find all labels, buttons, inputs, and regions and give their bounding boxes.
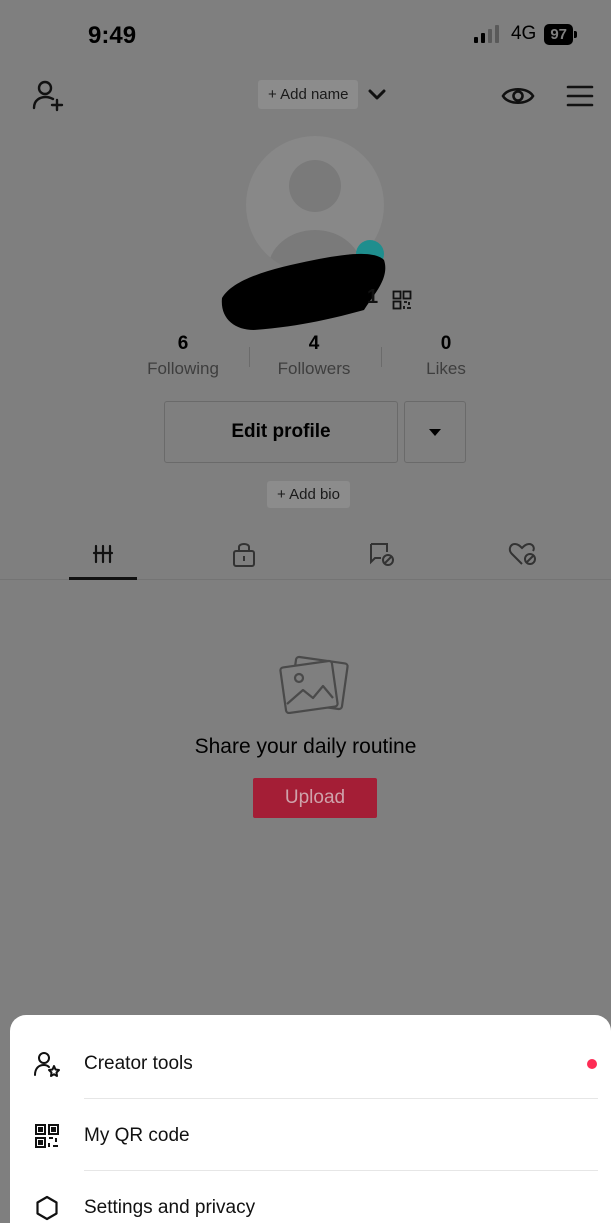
- tab-private[interactable]: [209, 534, 279, 574]
- gear-icon: [32, 1193, 62, 1223]
- menu-item-settings-and-privacy[interactable]: Settings and privacy: [10, 1174, 611, 1223]
- grid-icon: [92, 544, 114, 564]
- gallery-icon: [279, 655, 349, 714]
- username: 1: [367, 286, 379, 308]
- signal-icon: [473, 25, 499, 43]
- stat-value: 4: [308, 333, 320, 354]
- hamburger-menu-icon: [566, 85, 594, 107]
- eye-icon: [501, 87, 535, 105]
- stat-value: 0: [440, 333, 452, 354]
- lock-icon: [233, 543, 255, 567]
- stat-following[interactable]: 6 Following: [133, 333, 233, 379]
- top-nav: + Add name: [0, 72, 611, 120]
- add-name-control[interactable]: + Add name: [258, 80, 386, 109]
- person-star-icon: [32, 1049, 62, 1079]
- add-bio-button[interactable]: + Add bio: [267, 481, 350, 508]
- menu-item-creator-tools[interactable]: Creator tools: [10, 1030, 611, 1098]
- qr-code-icon[interactable]: [392, 290, 412, 310]
- empty-state-title: Share your daily routine: [194, 735, 417, 758]
- tab-liked[interactable]: [488, 534, 558, 574]
- add-friend-button[interactable]: [28, 76, 68, 116]
- battery-icon: 97: [544, 23, 577, 45]
- upload-button[interactable]: Upload: [253, 778, 377, 818]
- add-name-button[interactable]: + Add name: [258, 80, 359, 109]
- status-time: 9:49: [88, 22, 137, 49]
- stat-followers[interactable]: 4 Followers: [264, 333, 364, 379]
- stat-value: 6: [177, 333, 189, 354]
- battery-level: 97: [544, 23, 573, 45]
- tab-videos[interactable]: [68, 534, 138, 574]
- stat-label: Followers: [277, 359, 351, 378]
- profile-stats: 6 Following 4 Followers 0 Likes: [140, 333, 480, 387]
- active-tab-indicator: [69, 577, 137, 580]
- content-tabs: [0, 528, 611, 580]
- status-indicators: 4G 97: [473, 23, 577, 45]
- profile-views-button[interactable]: [498, 76, 538, 116]
- menu-bottom-sheet: Creator tools My QR code Settings and pr…: [10, 1015, 611, 1223]
- stat-likes[interactable]: 0 Likes: [396, 333, 496, 379]
- tab-tagged[interactable]: [347, 534, 417, 574]
- menu-item-label: Settings and privacy: [84, 1197, 256, 1218]
- chevron-down-icon[interactable]: [368, 89, 386, 101]
- menu-item-label: Creator tools: [84, 1053, 193, 1074]
- stat-label: Likes: [426, 359, 466, 378]
- status-bar: 9:49 4G 97: [0, 0, 611, 70]
- menu-item-my-qr-code[interactable]: My QR code: [10, 1102, 611, 1170]
- network-type: 4G: [510, 23, 537, 44]
- menu-button[interactable]: [560, 76, 600, 116]
- menu-item-label: My QR code: [84, 1125, 190, 1146]
- stat-label: Following: [147, 359, 219, 378]
- qr-code-icon: [32, 1121, 62, 1151]
- edit-profile-button[interactable]: Edit profile: [164, 401, 398, 463]
- add-user-icon: [32, 80, 64, 112]
- liked-hidden-icon: [508, 542, 536, 565]
- redaction-scribble: [221, 253, 386, 330]
- caret-down-icon: [429, 428, 441, 436]
- notification-dot: [587, 1059, 597, 1069]
- tagged-hidden-icon: [370, 543, 394, 566]
- more-options-button[interactable]: [404, 401, 466, 463]
